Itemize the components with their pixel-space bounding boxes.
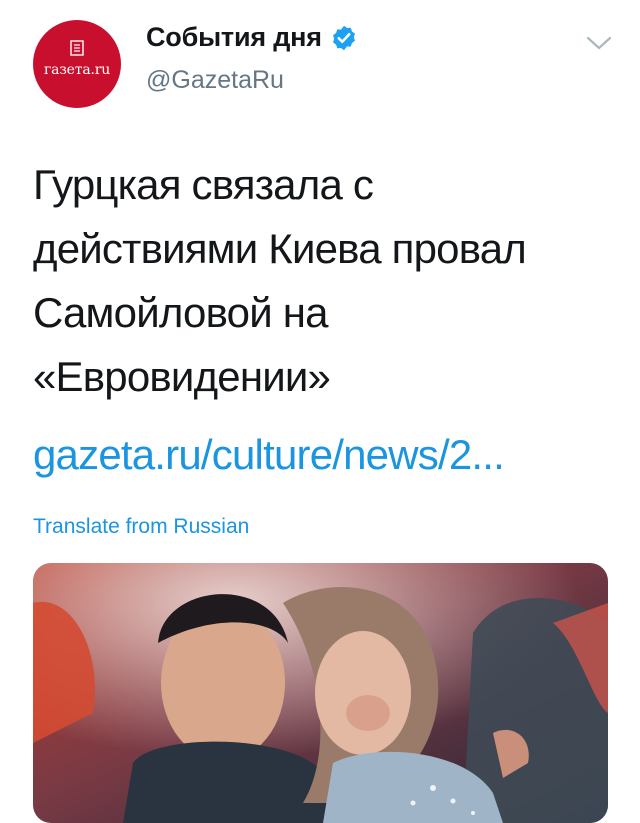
tweet-text-line: Гурцкая связала с [33, 161, 374, 208]
author-name-row: События дня [146, 22, 358, 53]
tweet-text-line: «Евровидении» [33, 353, 331, 400]
account-handle[interactable]: @GazetaRu [146, 66, 284, 95]
display-name[interactable]: События дня [146, 22, 322, 53]
tweet-link[interactable]: gazeta.ru/culture/news/2... [33, 425, 505, 485]
tweet-text-line: действиями Киева провал [33, 225, 527, 272]
avatar-logo-text: газета.ru [43, 62, 111, 78]
document-icon [70, 40, 84, 56]
avatar[interactable]: газета.ru [33, 20, 121, 108]
tweet-text: Гурцкая связала с действиями Киева прова… [33, 153, 623, 409]
chevron-down-icon[interactable] [586, 34, 612, 52]
translate-link[interactable]: Translate from Russian [33, 515, 249, 539]
tweet-media-image[interactable] [33, 563, 608, 823]
media-photo [33, 563, 608, 823]
verified-badge-icon [332, 25, 355, 50]
tweet-text-line: Самойловой на [33, 289, 328, 336]
